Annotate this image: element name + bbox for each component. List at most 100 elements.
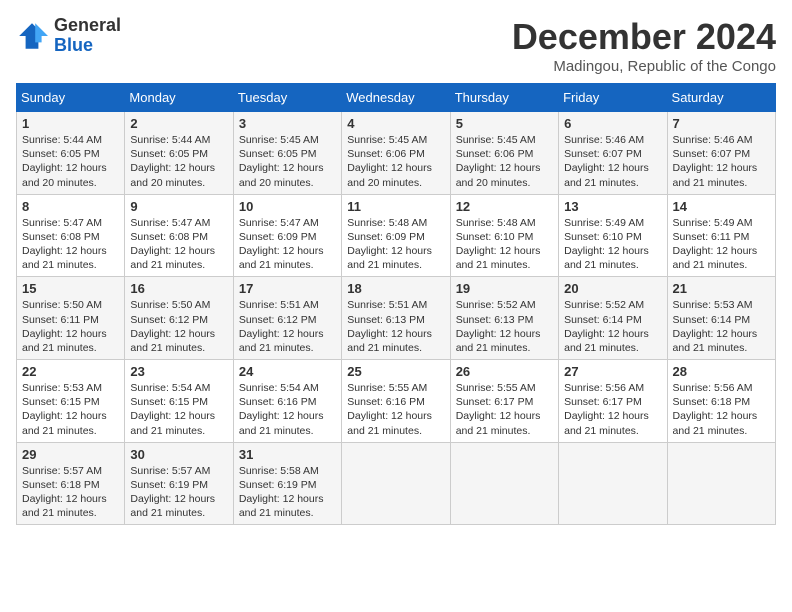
table-row: 12 Sunrise: 5:48 AMSunset: 6:10 PMDayligh… — [450, 194, 558, 277]
table-row: 24 Sunrise: 5:54 AMSunset: 6:16 PMDayligh… — [233, 360, 341, 443]
day-content: Sunrise: 5:54 AMSunset: 6:15 PMDaylight:… — [130, 381, 227, 438]
day-number: 3 — [239, 116, 336, 131]
table-row: 26 Sunrise: 5:55 AMSunset: 6:17 PMDayligh… — [450, 360, 558, 443]
day-number: 6 — [564, 116, 661, 131]
day-number: 19 — [456, 281, 553, 296]
calendar-week-1: 1 Sunrise: 5:44 AMSunset: 6:05 PMDaylight… — [17, 112, 776, 195]
table-row: 17 Sunrise: 5:51 AMSunset: 6:12 PMDayligh… — [233, 277, 341, 360]
weekday-row: SundayMondayTuesdayWednesdayThursdayFrid… — [17, 84, 776, 112]
calendar-header: SundayMondayTuesdayWednesdayThursdayFrid… — [17, 84, 776, 112]
day-number: 15 — [22, 281, 119, 296]
day-content: Sunrise: 5:50 AMSunset: 6:12 PMDaylight:… — [130, 298, 227, 355]
day-number: 30 — [130, 447, 227, 462]
calendar-week-2: 8Sunrise: 5:47 AMSunset: 6:08 PMDaylight… — [17, 194, 776, 277]
table-row: 15Sunrise: 5:50 AMSunset: 6:11 PMDayligh… — [17, 277, 125, 360]
table-row: 3 Sunrise: 5:45 AMSunset: 6:05 PMDaylight… — [233, 112, 341, 195]
table-row: 5 Sunrise: 5:45 AMSunset: 6:06 PMDaylight… — [450, 112, 558, 195]
weekday-header-wednesday: Wednesday — [342, 84, 450, 112]
calendar-table: SundayMondayTuesdayWednesdayThursdayFrid… — [16, 83, 776, 525]
day-content: Sunrise: 5:58 AMSunset: 6:19 PMDaylight:… — [239, 464, 336, 521]
day-number: 14 — [673, 199, 770, 214]
weekday-header-saturday: Saturday — [667, 84, 775, 112]
table-row: 2Sunrise: 5:44 AMSunset: 6:05 PMDaylight… — [125, 112, 233, 195]
table-row — [450, 442, 558, 525]
weekday-header-thursday: Thursday — [450, 84, 558, 112]
day-content: Sunrise: 5:51 AMSunset: 6:12 PMDaylight:… — [239, 298, 336, 355]
day-number: 28 — [673, 364, 770, 379]
day-content: Sunrise: 5:52 AMSunset: 6:14 PMDaylight:… — [564, 298, 661, 355]
day-content: Sunrise: 5:51 AMSunset: 6:13 PMDaylight:… — [347, 298, 444, 355]
calendar-week-4: 22Sunrise: 5:53 AMSunset: 6:15 PMDayligh… — [17, 360, 776, 443]
day-content: Sunrise: 5:57 AMSunset: 6:19 PMDaylight:… — [130, 464, 227, 521]
day-number: 12 — [456, 199, 553, 214]
day-content: Sunrise: 5:52 AMSunset: 6:13 PMDaylight:… — [456, 298, 553, 355]
day-number: 18 — [347, 281, 444, 296]
table-row: 7 Sunrise: 5:46 AMSunset: 6:07 PMDaylight… — [667, 112, 775, 195]
day-content: Sunrise: 5:57 AMSunset: 6:18 PMDaylight:… — [22, 464, 119, 521]
day-content: Sunrise: 5:45 AMSunset: 6:06 PMDaylight:… — [347, 133, 444, 190]
table-row: 13 Sunrise: 5:49 AMSunset: 6:10 PMDayligh… — [559, 194, 667, 277]
table-row: 14 Sunrise: 5:49 AMSunset: 6:11 PMDayligh… — [667, 194, 775, 277]
title-block: December 2024 Madingou, Republic of the … — [512, 16, 776, 75]
day-content: Sunrise: 5:48 AMSunset: 6:10 PMDaylight:… — [456, 216, 553, 273]
table-row: 20 Sunrise: 5:52 AMSunset: 6:14 PMDayligh… — [559, 277, 667, 360]
day-content: Sunrise: 5:44 AMSunset: 6:05 PMDaylight:… — [130, 133, 227, 190]
day-number: 17 — [239, 281, 336, 296]
day-number: 20 — [564, 281, 661, 296]
table-row: 6Sunrise: 5:46 AMSunset: 6:07 PMDaylight… — [559, 112, 667, 195]
table-row: 4 Sunrise: 5:45 AMSunset: 6:06 PMDaylight… — [342, 112, 450, 195]
table-row: 21 Sunrise: 5:53 AMSunset: 6:14 PMDayligh… — [667, 277, 775, 360]
table-row: 9Sunrise: 5:47 AMSunset: 6:08 PMDaylight… — [125, 194, 233, 277]
weekday-header-tuesday: Tuesday — [233, 84, 341, 112]
day-content: Sunrise: 5:44 AMSunset: 6:05 PMDaylight:… — [22, 133, 119, 190]
table-row: 29 Sunrise: 5:57 AMSunset: 6:18 PMDayligh… — [17, 442, 125, 525]
calendar-week-5: 29 Sunrise: 5:57 AMSunset: 6:18 PMDayligh… — [17, 442, 776, 525]
day-content: Sunrise: 5:45 AMSunset: 6:06 PMDaylight:… — [456, 133, 553, 190]
day-number: 21 — [673, 281, 770, 296]
month-title: December 2024 — [512, 16, 776, 58]
day-number: 4 — [347, 116, 444, 131]
weekday-header-monday: Monday — [125, 84, 233, 112]
day-number: 22 — [22, 364, 119, 379]
logo-icon — [16, 20, 48, 52]
day-number: 5 — [456, 116, 553, 131]
day-content: Sunrise: 5:55 AMSunset: 6:16 PMDaylight:… — [347, 381, 444, 438]
day-number: 1 — [22, 116, 119, 131]
logo-text: General Blue — [54, 16, 121, 56]
day-content: Sunrise: 5:53 AMSunset: 6:14 PMDaylight:… — [673, 298, 770, 355]
table-row: 10 Sunrise: 5:47 AMSunset: 6:09 PMDayligh… — [233, 194, 341, 277]
day-number: 7 — [673, 116, 770, 131]
day-content: Sunrise: 5:55 AMSunset: 6:17 PMDaylight:… — [456, 381, 553, 438]
day-number: 25 — [347, 364, 444, 379]
day-number: 31 — [239, 447, 336, 462]
table-row — [342, 442, 450, 525]
table-row: 22Sunrise: 5:53 AMSunset: 6:15 PMDayligh… — [17, 360, 125, 443]
table-row — [667, 442, 775, 525]
day-number: 26 — [456, 364, 553, 379]
day-content: Sunrise: 5:45 AMSunset: 6:05 PMDaylight:… — [239, 133, 336, 190]
calendar-week-3: 15Sunrise: 5:50 AMSunset: 6:11 PMDayligh… — [17, 277, 776, 360]
day-number: 16 — [130, 281, 227, 296]
day-content: Sunrise: 5:56 AMSunset: 6:18 PMDaylight:… — [673, 381, 770, 438]
day-number: 23 — [130, 364, 227, 379]
table-row: 30 Sunrise: 5:57 AMSunset: 6:19 PMDayligh… — [125, 442, 233, 525]
day-content: Sunrise: 5:54 AMSunset: 6:16 PMDaylight:… — [239, 381, 336, 438]
day-content: Sunrise: 5:56 AMSunset: 6:17 PMDaylight:… — [564, 381, 661, 438]
weekday-header-sunday: Sunday — [17, 84, 125, 112]
location: Madingou, Republic of the Congo — [512, 58, 776, 75]
day-content: Sunrise: 5:47 AMSunset: 6:09 PMDaylight:… — [239, 216, 336, 273]
table-row: 1 Sunrise: 5:44 AMSunset: 6:05 PMDaylight… — [17, 112, 125, 195]
day-content: Sunrise: 5:49 AMSunset: 6:10 PMDaylight:… — [564, 216, 661, 273]
table-row: 31 Sunrise: 5:58 AMSunset: 6:19 PMDayligh… — [233, 442, 341, 525]
table-row: 25 Sunrise: 5:55 AMSunset: 6:16 PMDayligh… — [342, 360, 450, 443]
day-number: 13 — [564, 199, 661, 214]
day-number: 10 — [239, 199, 336, 214]
day-content: Sunrise: 5:47 AMSunset: 6:08 PMDaylight:… — [130, 216, 227, 273]
table-row: 18 Sunrise: 5:51 AMSunset: 6:13 PMDayligh… — [342, 277, 450, 360]
table-row: 19 Sunrise: 5:52 AMSunset: 6:13 PMDayligh… — [450, 277, 558, 360]
day-number: 29 — [22, 447, 119, 462]
day-content: Sunrise: 5:46 AMSunset: 6:07 PMDaylight:… — [673, 133, 770, 190]
day-content: Sunrise: 5:49 AMSunset: 6:11 PMDaylight:… — [673, 216, 770, 273]
table-row: 28 Sunrise: 5:56 AMSunset: 6:18 PMDayligh… — [667, 360, 775, 443]
day-number: 24 — [239, 364, 336, 379]
